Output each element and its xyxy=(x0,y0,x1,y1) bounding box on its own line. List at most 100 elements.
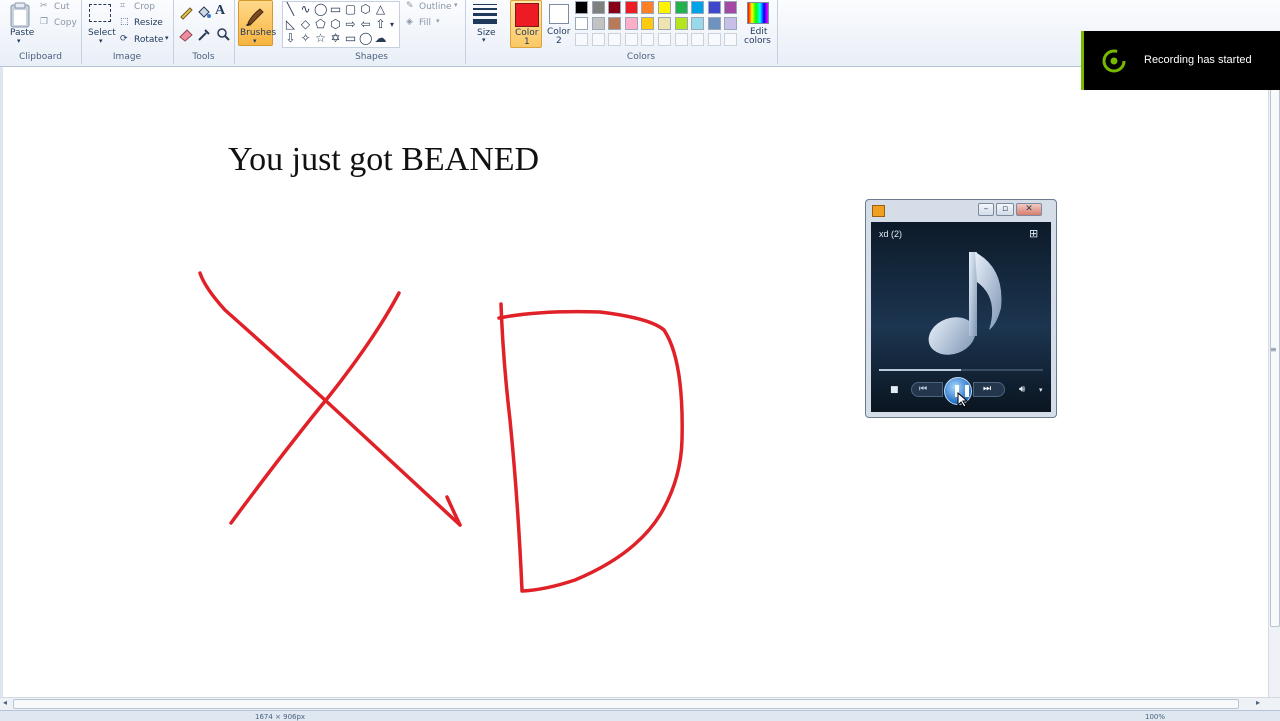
tools-group: A Tools xyxy=(173,0,235,64)
tools-group-label: Tools xyxy=(192,52,215,62)
fill-dropdown[interactable]: ◈ Fill ▾ xyxy=(406,17,446,30)
palette-swatch[interactable] xyxy=(624,17,638,30)
palette-swatch[interactable] xyxy=(608,1,622,14)
select-button[interactable]: Select ▾ xyxy=(85,0,117,46)
volume-icon[interactable]: 🔊︎ xyxy=(1019,384,1025,395)
paste-button[interactable]: Paste ▾ xyxy=(4,0,36,46)
palette-swatch[interactable] xyxy=(691,17,705,30)
cut-button[interactable]: ✂ Cut xyxy=(40,1,78,14)
seek-bar[interactable] xyxy=(879,369,1043,371)
palette-swatch[interactable] xyxy=(658,33,671,46)
crop-button[interactable]: ⌗ Crop xyxy=(120,1,170,14)
palette-swatch[interactable] xyxy=(707,33,721,46)
edit-colors-button[interactable]: Edit colors xyxy=(742,0,775,48)
text-tool-icon[interactable]: A xyxy=(215,3,231,19)
restore-button[interactable]: ▫ xyxy=(996,203,1014,216)
up-arrow-shape-icon[interactable]: ⇧ xyxy=(374,18,387,31)
magnifier-icon[interactable] xyxy=(215,26,231,42)
hexagon-shape-icon[interactable]: ⬡ xyxy=(329,18,342,31)
callout-rectangle-shape-icon[interactable]: ▭ xyxy=(344,32,357,45)
scroll-left-arrow-icon[interactable]: ◂ xyxy=(3,698,7,707)
palette-swatch[interactable] xyxy=(624,33,638,46)
fill-bucket-icon[interactable] xyxy=(196,4,212,20)
resize-icon: ⬚ xyxy=(120,17,129,27)
palette-swatch[interactable] xyxy=(724,33,738,46)
switch-to-library-icon[interactable]: ⊞ xyxy=(1029,227,1038,240)
palette-swatch[interactable] xyxy=(641,1,655,14)
pencil-icon[interactable] xyxy=(178,4,194,20)
stop-icon[interactable]: ■ xyxy=(890,385,899,395)
callout-cloud-shape-icon[interactable]: ☁ xyxy=(374,32,387,45)
previous-button[interactable]: ⏮ xyxy=(911,382,943,397)
line-shape-icon[interactable]: ╲ xyxy=(284,3,297,16)
palette-swatch[interactable] xyxy=(575,17,588,30)
chevron-down-icon[interactable]: ▾ xyxy=(1039,386,1043,394)
five-point-star-shape-icon[interactable]: ☆ xyxy=(314,32,327,45)
palette-swatch[interactable] xyxy=(658,17,671,30)
palette-swatch[interactable] xyxy=(641,17,655,30)
chevron-down-icon: ▾ xyxy=(253,37,257,45)
close-button[interactable]: ✕ xyxy=(1016,203,1042,216)
scroll-right-arrow-icon[interactable]: ▸ xyxy=(1256,698,1260,707)
palette-swatch[interactable] xyxy=(674,17,688,30)
left-arrow-shape-icon[interactable]: ⇦ xyxy=(359,18,372,31)
rectangle-shape-icon[interactable]: ▭ xyxy=(329,3,342,16)
rotate-button[interactable]: ⟳ Rotate ▾ xyxy=(120,34,172,47)
palette-swatch[interactable] xyxy=(608,33,622,46)
four-point-star-shape-icon[interactable]: ✧ xyxy=(299,32,312,45)
palette-swatch[interactable] xyxy=(591,17,605,30)
color2-swatch xyxy=(549,4,569,24)
color-picker-icon[interactable] xyxy=(196,26,212,42)
palette-swatch[interactable] xyxy=(591,1,605,14)
color1-button[interactable]: Color 1 xyxy=(510,0,542,48)
record-icon xyxy=(1102,49,1126,73)
minimize-button[interactable]: – xyxy=(978,203,994,216)
color2-button[interactable]: Color 2 xyxy=(544,0,576,48)
polygon-shape-icon[interactable]: ⬡ xyxy=(359,3,372,16)
oval-shape-icon[interactable]: ◯ xyxy=(314,3,327,16)
palette-swatch[interactable] xyxy=(724,1,738,14)
right-arrow-shape-icon[interactable]: ⇨ xyxy=(344,18,357,31)
palette-swatch[interactable] xyxy=(724,17,738,30)
palette-swatch[interactable] xyxy=(575,33,588,46)
rotate-label: Rotate xyxy=(134,35,164,45)
palette-swatch[interactable] xyxy=(674,33,688,46)
pentagon-shape-icon[interactable]: ⬠ xyxy=(314,18,327,31)
track-title: xd (2) xyxy=(879,229,903,239)
horizontal-scroll-thumb[interactable] xyxy=(13,699,1239,709)
canvas-text: You just got BEANED xyxy=(228,141,540,178)
rounded-rectangle-shape-icon[interactable]: ▢ xyxy=(344,3,357,16)
palette-swatch[interactable] xyxy=(608,17,622,30)
media-player-window: – ▫ ✕ xd (2) ⊞ ■ ⏮ ❚❚ ⏭ 🔊︎ ▾ xyxy=(865,199,1057,418)
color1-number: 1 xyxy=(524,37,530,47)
eraser-icon[interactable] xyxy=(178,26,194,42)
six-point-star-shape-icon[interactable]: ✡ xyxy=(329,32,342,45)
resize-button[interactable]: ⬚ Resize xyxy=(120,17,170,30)
chevron-down-icon: ▾ xyxy=(482,36,486,44)
outline-dropdown[interactable]: ✎ Outline ▾ xyxy=(406,1,462,14)
drawing-canvas[interactable] xyxy=(3,68,1268,696)
palette-swatch[interactable] xyxy=(658,1,671,14)
down-arrow-shape-icon[interactable]: ⇩ xyxy=(284,32,297,45)
palette-swatch[interactable] xyxy=(575,1,588,14)
palette-swatch[interactable] xyxy=(691,33,705,46)
palette-swatch[interactable] xyxy=(674,1,688,14)
diamond-shape-icon[interactable]: ◇ xyxy=(299,18,312,31)
gallery-scroll-icon[interactable]: ▾ xyxy=(387,18,397,31)
palette-swatch[interactable] xyxy=(707,17,721,30)
palette-swatch[interactable] xyxy=(624,1,638,14)
palette-swatch[interactable] xyxy=(591,33,605,46)
curve-shape-icon[interactable]: ∿ xyxy=(299,3,312,16)
triangle-shape-icon[interactable]: △ xyxy=(374,3,387,16)
fill-label: Fill xyxy=(419,18,432,28)
palette-swatch[interactable] xyxy=(691,1,705,14)
copy-button[interactable]: ❐ Copy xyxy=(40,17,78,30)
callout-oval-shape-icon[interactable]: ◯ xyxy=(359,32,372,45)
right-triangle-shape-icon[interactable]: ◺ xyxy=(284,18,297,31)
size-button[interactable]: Size ▾ xyxy=(468,0,502,46)
next-button[interactable]: ⏭ xyxy=(973,382,1005,397)
palette-swatch[interactable] xyxy=(641,33,655,46)
palette-swatch[interactable] xyxy=(707,1,721,14)
brushes-button[interactable]: Brushes ▾ xyxy=(238,0,276,46)
colors-group-label: Colors xyxy=(626,52,656,62)
